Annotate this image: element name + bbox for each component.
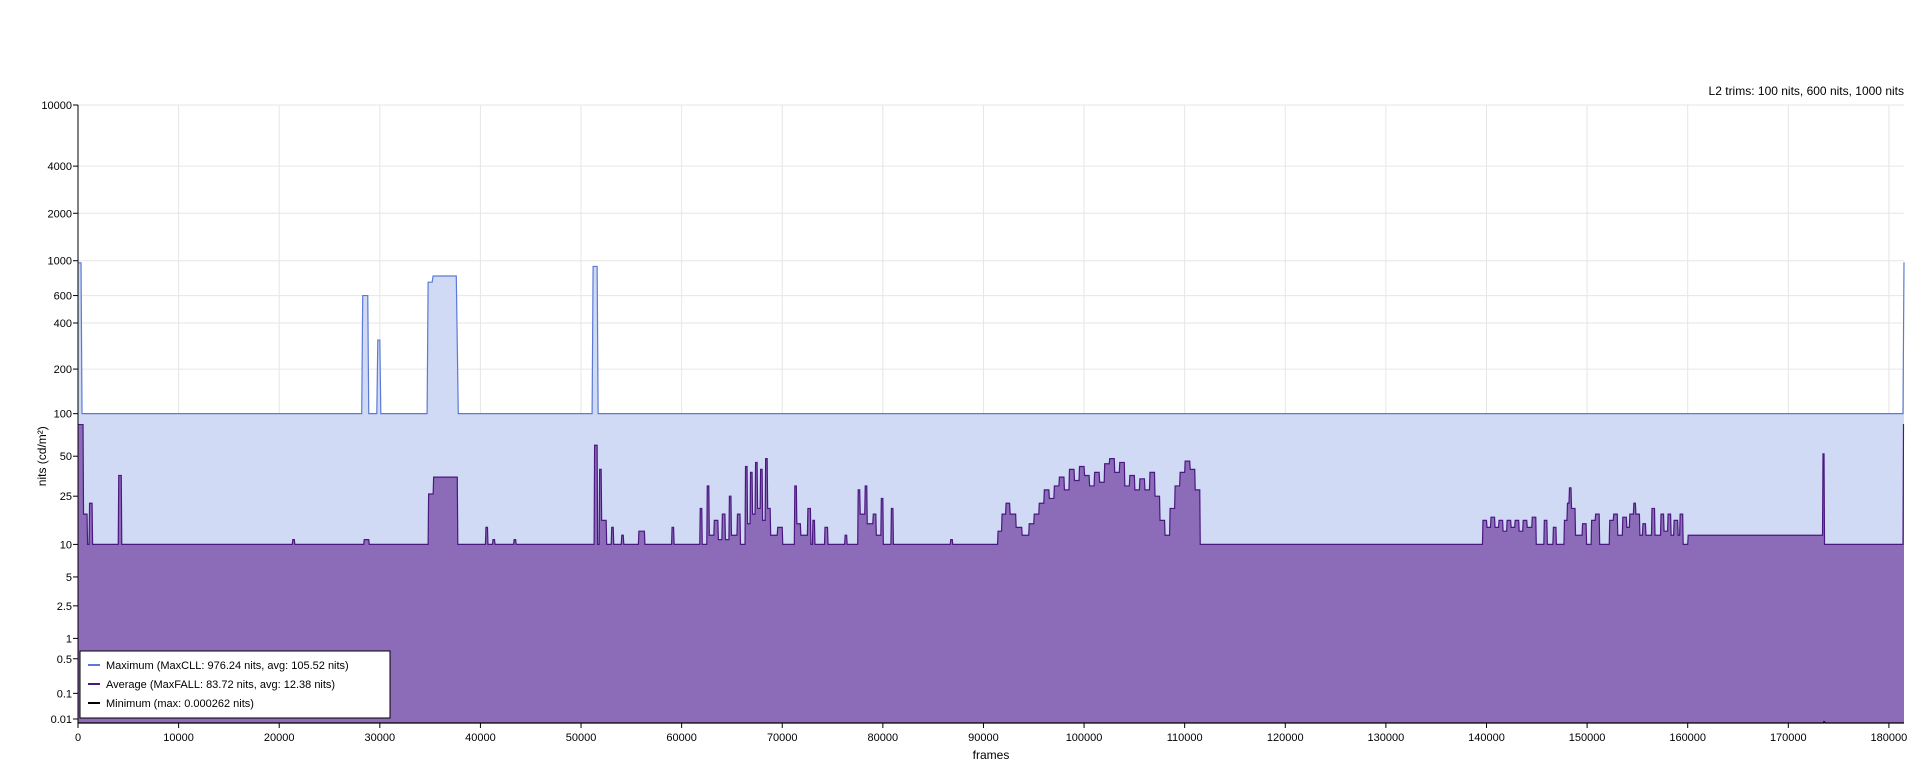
y-tick-label: 5 bbox=[66, 572, 72, 584]
y-tick-label: 0.1 bbox=[57, 688, 72, 700]
y-tick-labels: 0.01 0.1 0.5 1 2.5 5 10 25 50 100 200 400 600 1000 200… bbox=[41, 100, 78, 726]
legend-item-label: Maximum (MaxCLL: 976.24 nits, avg: 105.5… bbox=[106, 660, 349, 672]
x-tick-labels: 0 10000 20000 30000 40000 50000 60000 70000 8000… bbox=[75, 723, 1907, 744]
y-tick-label: 1000 bbox=[48, 256, 72, 268]
x-tick-label: 60000 bbox=[666, 732, 697, 744]
y-axis-title: nits (cd/m²) bbox=[35, 426, 49, 486]
x-tick-label: 70000 bbox=[767, 732, 798, 744]
y-tick-label: 10000 bbox=[41, 100, 72, 112]
y-tick-label: 4000 bbox=[48, 161, 72, 173]
x-tick-label: 40000 bbox=[465, 732, 496, 744]
legend-item-label: Minimum (max: 0.000262 nits) bbox=[106, 698, 254, 710]
x-tick-label: 50000 bbox=[566, 732, 597, 744]
y-tick-label: 0.01 bbox=[51, 714, 72, 726]
x-tick-label: 170000 bbox=[1770, 732, 1807, 744]
x-tick-label: 130000 bbox=[1368, 732, 1405, 744]
y-tick-label: 600 bbox=[54, 291, 72, 303]
x-tick-label: 10000 bbox=[163, 732, 194, 744]
x-tick-label: 100000 bbox=[1066, 732, 1103, 744]
x-tick-label: 180000 bbox=[1871, 732, 1908, 744]
x-tick-label: 30000 bbox=[365, 732, 396, 744]
x-tick-label: 80000 bbox=[868, 732, 899, 744]
y-tick-label: 2.5 bbox=[57, 601, 72, 613]
y-tick-label: 0.5 bbox=[57, 654, 72, 666]
x-tick-label: 0 bbox=[75, 732, 81, 744]
x-tick-label: 140000 bbox=[1468, 732, 1505, 744]
maximum-line bbox=[78, 262, 1905, 415]
y-tick-label: 25 bbox=[60, 491, 72, 503]
y-tick-label: 400 bbox=[54, 318, 72, 330]
l2-trims-info: L2 trims: 100 nits, 600 nits, 1000 nits bbox=[1709, 84, 1904, 98]
legend-item-label: Average (MaxFALL: 83.72 nits, avg: 12.38… bbox=[106, 679, 335, 691]
y-tick-label: 2000 bbox=[48, 208, 72, 220]
x-axis-title: frames bbox=[973, 748, 1010, 762]
y-tick-label: 200 bbox=[54, 364, 72, 376]
chart-container: 0 10000 20000 30000 40000 50000 60000 70000 8000… bbox=[0, 0, 1920, 768]
legend: Maximum (MaxCLL: 976.24 nits, avg: 105.5… bbox=[79, 650, 391, 719]
chart-svg: 0 10000 20000 30000 40000 50000 60000 70000 8000… bbox=[35, 84, 1907, 762]
y-tick-label: 50 bbox=[60, 451, 72, 463]
x-tick-label: 160000 bbox=[1669, 732, 1706, 744]
y-tick-label: 10 bbox=[60, 539, 72, 551]
x-tick-label: 110000 bbox=[1167, 732, 1203, 744]
x-tick-label: 20000 bbox=[264, 732, 295, 744]
x-tick-label: 120000 bbox=[1267, 732, 1304, 744]
x-tick-label: 90000 bbox=[968, 732, 999, 744]
x-tick-label: 150000 bbox=[1569, 732, 1606, 744]
y-tick-label: 100 bbox=[54, 409, 72, 421]
y-tick-label: 1 bbox=[66, 633, 72, 645]
